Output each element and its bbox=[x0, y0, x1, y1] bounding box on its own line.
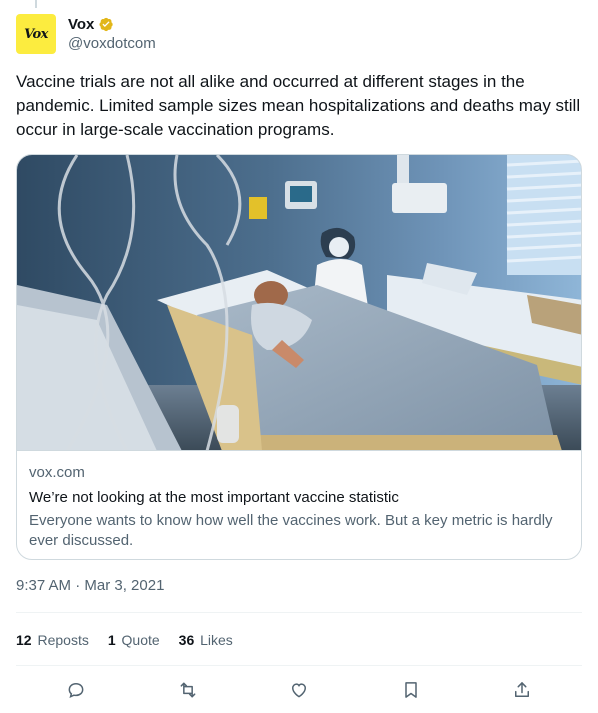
reposts-count: 12 bbox=[16, 632, 32, 648]
tweet-text: Vaccine trials are not all alike and occ… bbox=[16, 72, 581, 139]
tweet-header: Vox Vox @voxdotcom bbox=[16, 12, 156, 56]
reply-icon bbox=[68, 682, 84, 698]
reposts-stat[interactable]: 12 Reposts bbox=[16, 630, 89, 650]
name-row: Vox bbox=[68, 14, 156, 34]
hospital-room-image bbox=[17, 155, 581, 450]
divider-bottom bbox=[16, 665, 582, 666]
link-card[interactable]: vox.com We’re not looking at the most im… bbox=[16, 154, 582, 560]
quotes-label: Quote bbox=[121, 632, 160, 648]
quotes-stat[interactable]: 1 Quote bbox=[108, 630, 160, 650]
action-bar bbox=[16, 676, 582, 704]
verified-badge-icon[interactable] bbox=[97, 15, 115, 33]
like-button[interactable] bbox=[287, 678, 311, 702]
display-name[interactable]: Vox bbox=[68, 16, 94, 33]
avatar[interactable]: Vox bbox=[16, 14, 56, 54]
card-description: Everyone wants to know how well the vacc… bbox=[29, 512, 553, 549]
bookmark-icon bbox=[404, 682, 417, 698]
share-icon bbox=[515, 682, 529, 697]
divider-top bbox=[16, 612, 582, 613]
engagement-stats: 12 Reposts 1 Quote 36 Likes bbox=[16, 630, 252, 650]
tweet-timestamp[interactable]: 9:37 AM · Mar 3, 2021 bbox=[16, 576, 164, 596]
like-icon bbox=[291, 683, 307, 698]
card-image[interactable] bbox=[17, 155, 581, 451]
reply-button[interactable] bbox=[64, 678, 88, 702]
avatar-logo-text: Vox bbox=[24, 26, 48, 42]
repost-button[interactable] bbox=[176, 678, 200, 702]
share-button[interactable] bbox=[510, 678, 534, 702]
reposts-label: Reposts bbox=[37, 632, 89, 648]
repost-icon bbox=[180, 682, 195, 698]
likes-count: 36 bbox=[178, 632, 195, 648]
handle[interactable]: @voxdotcom bbox=[68, 34, 156, 54]
author-names: Vox @voxdotcom bbox=[68, 14, 156, 54]
likes-label: Likes bbox=[200, 632, 233, 648]
quotes-count: 1 bbox=[107, 632, 116, 648]
likes-stat[interactable]: 36 Likes bbox=[179, 630, 233, 650]
card-domain: vox.com bbox=[29, 464, 85, 481]
card-meta: vox.com We’re not looking at the most im… bbox=[17, 451, 581, 551]
thread-connector bbox=[35, 0, 37, 8]
bookmark-button[interactable] bbox=[399, 678, 423, 702]
card-title[interactable]: We’re not looking at the most important … bbox=[29, 487, 569, 509]
